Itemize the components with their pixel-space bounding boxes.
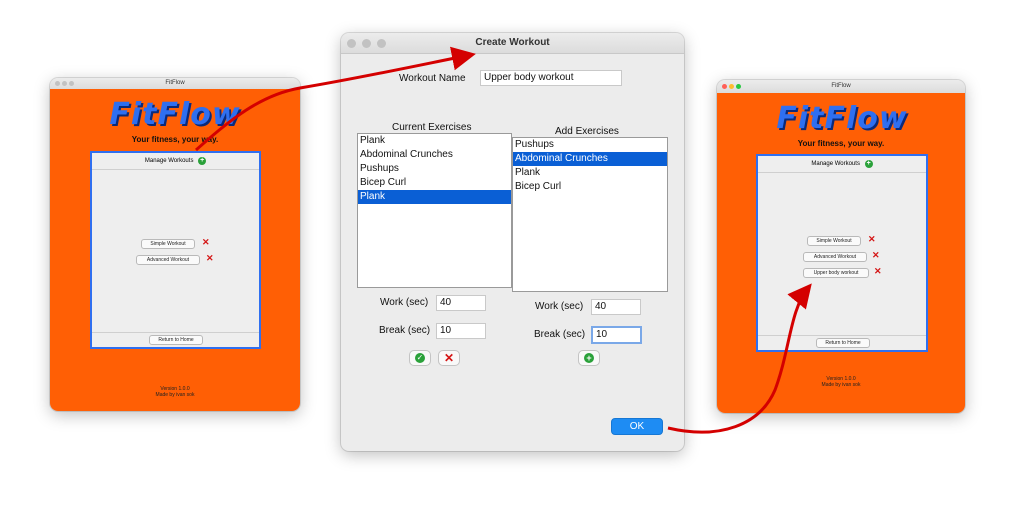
list-item[interactable]: Plank <box>513 166 667 180</box>
work-sec-label: Work (sec) <box>380 297 429 308</box>
workout-name-input[interactable]: Upper body workout <box>480 70 622 86</box>
close-window-icon[interactable] <box>722 84 727 89</box>
ok-button[interactable]: OK <box>611 418 663 435</box>
break-sec-input[interactable]: 10 <box>436 323 486 339</box>
workout-button-upper-body[interactable]: Upper body workout <box>803 268 869 278</box>
manage-workouts-label: Manage Workouts <box>811 161 860 167</box>
list-item[interactable]: Plank <box>358 134 511 148</box>
zoom-window-icon[interactable] <box>736 84 741 89</box>
panel-header: Manage Workouts + <box>92 153 259 170</box>
close-window-icon[interactable] <box>55 81 60 86</box>
return-home-button[interactable]: Return to Home <box>816 338 870 348</box>
add-workout-icon[interactable]: + <box>864 160 873 168</box>
panel-header: Manage Workouts + <box>758 156 926 173</box>
tagline: Your fitness, your way. <box>131 135 219 144</box>
check-icon: ✓ <box>415 353 425 363</box>
work-sec-label: Work (sec) <box>535 301 584 312</box>
delete-icon[interactable]: ✕ <box>202 238 210 247</box>
panel-footer: Return to Home <box>92 332 259 347</box>
add-exercises-list[interactable]: Pushups Abdominal Crunches Plank Bicep C… <box>512 137 668 292</box>
close-icon: ✕ <box>444 351 455 365</box>
window-title: FitFlow <box>165 80 185 86</box>
current-exercises-list[interactable]: Plank Abdominal Crunches Pushups Bicep C… <box>357 133 512 288</box>
break-sec-label: Break (sec) <box>534 329 586 340</box>
version-info: Version 1.0.0 Made by ivan sok <box>50 386 300 398</box>
window-title: FitFlow <box>831 83 851 89</box>
workout-button-simple[interactable]: Simple Workout <box>807 236 861 246</box>
workouts-panel: Manage Workouts + Simple Workout ✕ Advan… <box>90 151 261 349</box>
delete-icon[interactable]: ✕ <box>874 267 882 276</box>
fitflow-logo: FitFlow <box>109 97 241 132</box>
minimize-window-icon[interactable] <box>729 84 734 89</box>
panel-footer: Return to Home <box>758 335 926 350</box>
minimize-window-icon[interactable] <box>362 39 371 48</box>
app-background: FitFlow Your fitness, your way. Manage W… <box>50 89 300 411</box>
right-titlebar: FitFlow <box>717 80 965 94</box>
left-app-window: FitFlow FitFlow Your fitness, your way. … <box>50 78 300 411</box>
delete-icon[interactable]: ✕ <box>868 235 876 244</box>
list-item[interactable]: Pushups <box>358 162 511 176</box>
work-sec-input[interactable]: 40 <box>591 299 641 315</box>
work-sec-input[interactable]: 40 <box>436 295 486 311</box>
list-item[interactable]: Pushups <box>513 138 667 152</box>
workouts-panel: Manage Workouts + Simple Workout ✕ Advan… <box>756 154 928 352</box>
delete-icon[interactable]: ✕ <box>206 254 214 263</box>
return-home-button[interactable]: Return to Home <box>149 335 203 345</box>
zoom-window-icon[interactable] <box>69 81 74 86</box>
version-info: Version 1.0.0 Made by ivan sok <box>717 376 965 388</box>
minimize-window-icon[interactable] <box>62 81 67 86</box>
list-item[interactable]: Bicep Curl <box>358 176 511 190</box>
fitflow-logo: FitFlow <box>776 101 908 136</box>
current-exercises-header: Current Exercises <box>392 122 472 133</box>
workout-button-advanced[interactable]: Advanced Workout <box>136 255 200 265</box>
zoom-window-icon[interactable] <box>377 39 386 48</box>
list-item-selected[interactable]: Abdominal Crunches <box>513 152 667 166</box>
add-workout-icon[interactable]: + <box>198 157 207 165</box>
list-item[interactable]: Bicep Curl <box>513 180 667 194</box>
dialog-titlebar: Create Workout <box>341 33 684 54</box>
made-by-text: Made by ivan sok <box>821 382 861 388</box>
break-sec-input[interactable]: 10 <box>591 326 642 344</box>
tagline: Your fitness, your way. <box>797 139 885 148</box>
manage-workouts-label: Manage Workouts <box>144 158 194 164</box>
made-by-text: Made by ivan sok <box>155 392 195 398</box>
right-app-window: FitFlow FitFlow Your fitness, your way. … <box>717 80 965 413</box>
confirm-button[interactable]: ✓ <box>409 350 431 366</box>
add-exercises-header: Add Exercises <box>555 126 619 137</box>
break-sec-label: Break (sec) <box>379 325 431 336</box>
remove-exercise-button[interactable]: ✕ <box>438 350 460 366</box>
delete-icon[interactable]: ✕ <box>872 251 880 260</box>
app-background: FitFlow Your fitness, your way. Manage W… <box>717 93 965 413</box>
add-exercise-button[interactable]: + <box>578 350 600 366</box>
close-window-icon[interactable] <box>347 39 356 48</box>
workout-button-advanced[interactable]: Advanced Workout <box>803 252 867 262</box>
workout-name-label: Workout Name <box>399 73 466 84</box>
create-workout-dialog: Create Workout Workout Name Upper body w… <box>341 33 684 451</box>
dialog-title: Create Workout <box>475 37 550 48</box>
list-item-selected[interactable]: Plank <box>358 190 511 204</box>
workout-button-simple[interactable]: Simple Workout <box>141 239 195 249</box>
plus-icon: + <box>584 353 594 363</box>
list-item[interactable]: Abdominal Crunches <box>358 148 511 162</box>
